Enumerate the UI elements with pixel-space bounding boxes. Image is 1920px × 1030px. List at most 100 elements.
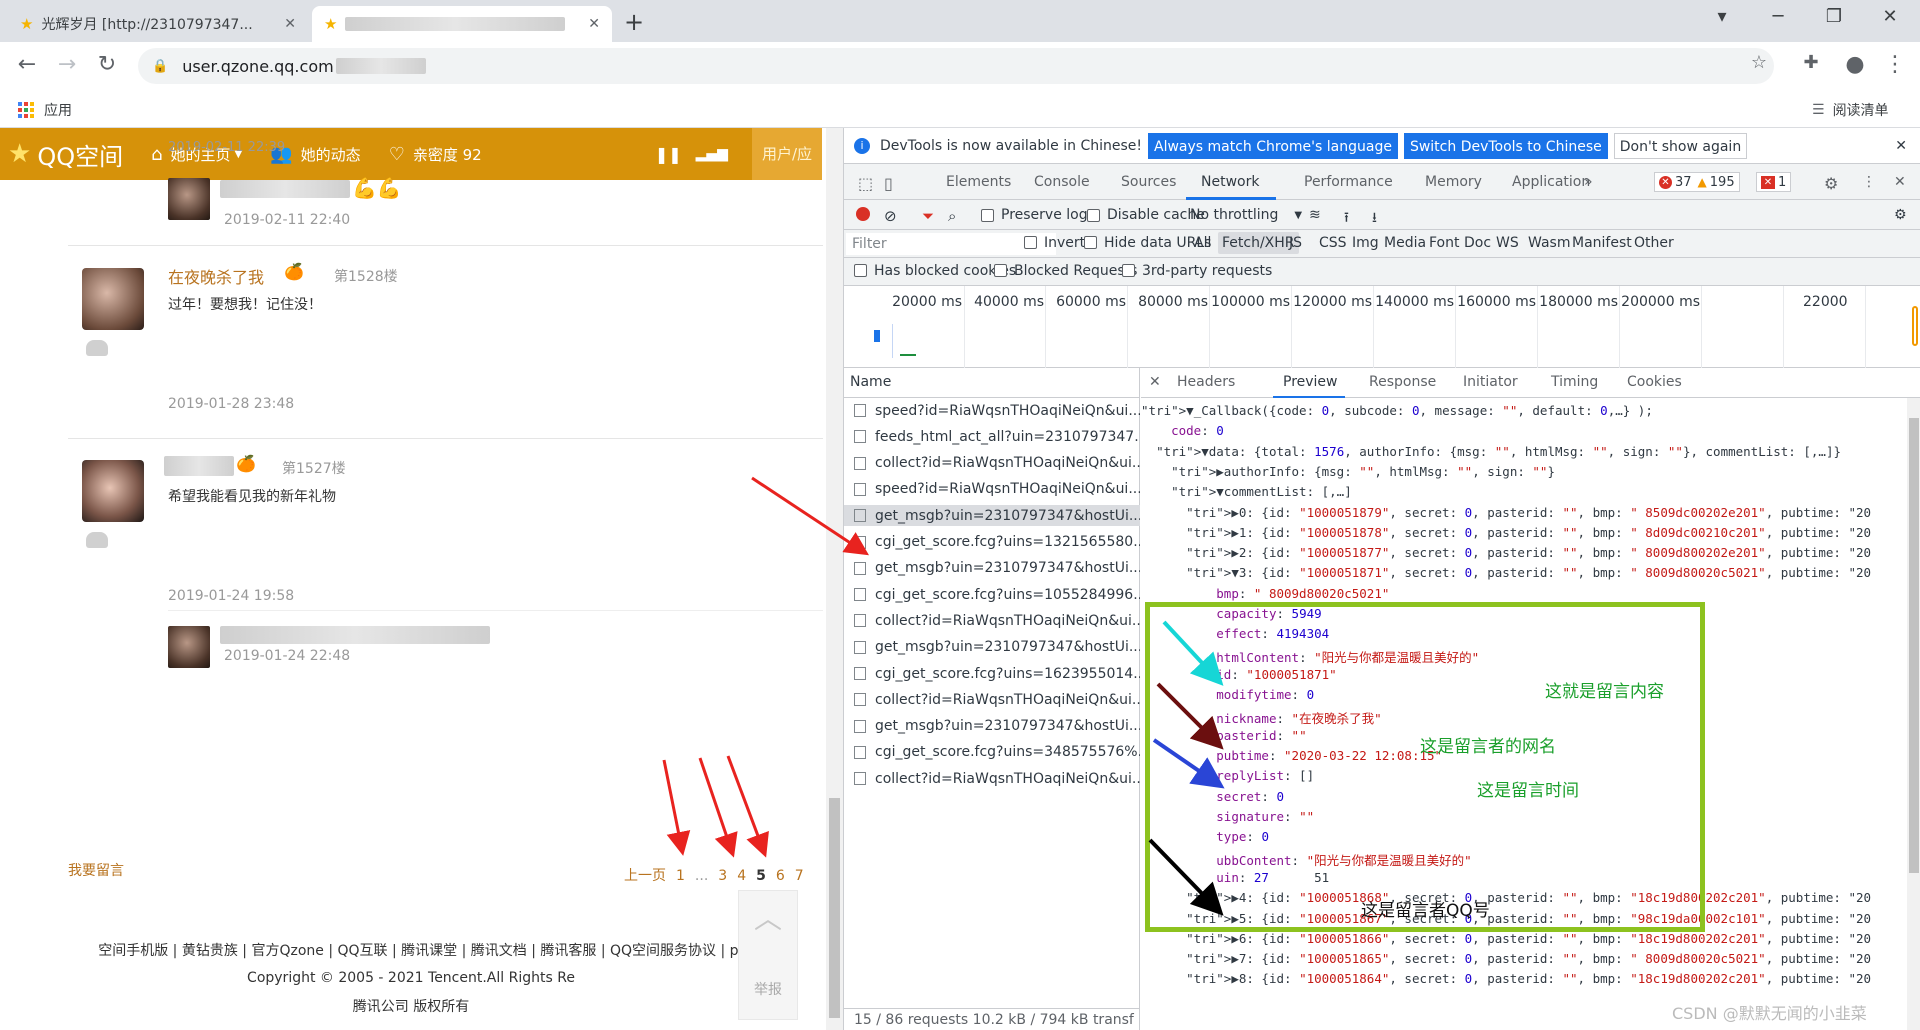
type-ws[interactable]: WS — [1496, 235, 1519, 251]
settings-gear-icon[interactable]: ⚙ — [1824, 174, 1838, 193]
console-counts[interactable]: ✕ 37 ▲ 195 — [1654, 172, 1740, 192]
has-blocked-cookies-checkbox[interactable]: Has blocked cookies — [854, 263, 1016, 279]
request-row[interactable]: collect?id=RiaWqsnTHOaqiNeiQn&ui... — [844, 768, 1140, 789]
request-row[interactable]: cgi_get_score.fcg?uins=348575576%... — [844, 742, 1140, 763]
tab-performance[interactable]: Performance — [1304, 174, 1393, 190]
hide-data-urls-checkbox[interactable]: Hide data URLs — [1084, 235, 1211, 251]
request-row[interactable]: collect?id=RiaWqsnTHOaqiNeiQn&ui... — [844, 689, 1140, 710]
json-line[interactable]: "tri">▶7: {id: "1000051865", secret: 0, … — [1141, 951, 1920, 971]
network-overview-timeline[interactable]: 20000 ms 40000 ms 60000 ms 80000 ms 1000… — [844, 286, 1920, 368]
scrollbar-thumb[interactable] — [829, 798, 840, 1018]
signal-bars-icon[interactable]: ▂▄▆ — [696, 146, 728, 162]
request-row[interactable]: feeds_html_act_all?uin=2310797347... — [844, 426, 1140, 447]
match-language-button[interactable]: Always match Chrome's language — [1148, 132, 1398, 159]
scrollbar-thumb[interactable] — [1909, 418, 1919, 873]
menu-kebab-icon[interactable]: ⋮ — [1880, 52, 1910, 77]
close-tab-icon[interactable]: ✕ — [588, 16, 600, 32]
third-party-checkbox[interactable]: 3rd-party requests — [1122, 263, 1272, 279]
json-line[interactable]: "tri">▶2: {id: "1000051877", secret: 0, … — [1141, 545, 1920, 565]
minimize-icon[interactable]: ─ — [1758, 6, 1798, 27]
record-icon[interactable] — [856, 207, 870, 221]
json-line[interactable]: "tri">▶6: {id: "1000051866", secret: 0, … — [1141, 931, 1920, 951]
request-row[interactable]: cgi_get_score.fcg?uins=1321565580... — [844, 532, 1140, 553]
qzone-logo[interactable]: ★ QQ空间 — [8, 137, 123, 172]
export-har-icon[interactable]: ⭳ — [1372, 207, 1377, 231]
type-doc[interactable]: Doc — [1464, 235, 1491, 251]
bookmark-star-icon[interactable]: ☆ — [1744, 52, 1774, 73]
page-link[interactable]: 7 — [795, 868, 804, 884]
json-line[interactable]: "tri">▼3: {id: "1000051871", secret: 0, … — [1141, 565, 1920, 585]
pause-icon[interactable]: ❚❚ — [655, 145, 682, 164]
request-row[interactable]: cgi_get_score.fcg?uins=1623955014... — [844, 663, 1140, 684]
window-close-icon[interactable]: ✕ — [1870, 6, 1910, 27]
type-wasm[interactable]: Wasm — [1528, 235, 1570, 251]
type-manifest[interactable]: Manifest — [1572, 235, 1632, 251]
request-row[interactable]: collect?id=RiaWqsnTHOaqiNeiQn&ui... — [844, 610, 1140, 631]
request-row[interactable]: get_msgb?uin=2310797347&hostUi... — [844, 637, 1140, 658]
apps-bookmark[interactable]: 应用 — [18, 100, 72, 120]
blocked-requests-checkbox[interactable]: Blocked Requests — [994, 263, 1137, 279]
json-line[interactable]: "tri">▼_Callback({code: 0, subcode: 0, m… — [1141, 403, 1920, 423]
type-css[interactable]: CSS — [1319, 235, 1347, 251]
reading-list[interactable]: ☰ 阅读清单 — [1812, 100, 1889, 120]
preserve-log-checkbox[interactable]: Preserve log — [981, 207, 1088, 223]
name-column-header[interactable]: Name — [844, 368, 1140, 398]
browser-tab-active[interactable]: ★ ✕ — [312, 6, 612, 42]
page-link[interactable]: 4 — [737, 868, 746, 884]
back-icon[interactable]: ← — [12, 52, 42, 77]
tab-response[interactable]: Response — [1369, 374, 1436, 390]
device-toolbar-icon[interactable]: ▯ — [884, 174, 893, 193]
address-bar[interactable]: 🔒 user.qzone.qq.com — [138, 48, 1774, 84]
tab-elements[interactable]: Elements — [946, 174, 1011, 190]
forward-icon[interactable]: → — [52, 52, 82, 77]
commenter-name[interactable]: 在夜晚杀了我 — [168, 264, 264, 288]
inspect-element-icon[interactable]: ⬚ — [858, 174, 873, 193]
request-row[interactable]: get_msgb?uin=2310797347&hostUi... — [844, 558, 1140, 579]
chevron-up-icon[interactable]: ︿ — [739, 897, 797, 937]
clear-icon[interactable]: ⊘ — [884, 207, 897, 225]
network-settings-icon[interactable]: ⚙ — [1894, 207, 1907, 223]
dont-show-again-button[interactable]: Don't show again — [1613, 132, 1748, 159]
invert-checkbox[interactable]: Invert — [1024, 235, 1085, 251]
browser-tab[interactable]: ★ 光辉岁月 [http://2310797347... ✕ — [8, 6, 308, 42]
prev-page-link[interactable]: 上一页 — [624, 868, 666, 884]
type-js[interactable]: JS — [1289, 235, 1302, 251]
json-line[interactable]: "tri">▼data: {total: 1576, authorInfo: {… — [1141, 444, 1920, 464]
user-app-menu[interactable]: 用户/应 — [751, 128, 822, 180]
page-scrollbar[interactable] — [826, 128, 843, 1030]
tab-network[interactable]: Network — [1201, 174, 1259, 190]
tab-timing[interactable]: Timing — [1551, 374, 1598, 390]
reload-icon[interactable]: ↻ — [92, 52, 122, 77]
request-row[interactable]: speed?id=RiaWqsnTHOaqiNeiQn&ui... — [844, 479, 1140, 500]
footer-links[interactable]: 空间手机版 | 黄钻贵族 | 官方Qzone | QQ互联 | 腾讯课堂 | 腾… — [0, 940, 822, 960]
tab-initiator[interactable]: Initiator — [1463, 374, 1518, 390]
devtools-menu-icon[interactable]: ⋮ — [1862, 174, 1876, 190]
network-conditions-icon[interactable]: ≋ — [1309, 207, 1321, 223]
type-font[interactable]: Font — [1429, 235, 1459, 251]
request-row[interactable]: cgi_get_score.fcg?uins=1055284996... — [844, 584, 1140, 605]
avatar[interactable] — [82, 460, 144, 522]
tab-console[interactable]: Console — [1034, 174, 1090, 190]
filter-funnel-icon[interactable]: ⏷ — [922, 207, 934, 225]
avatar[interactable] — [82, 268, 144, 330]
throttling-select[interactable]: No throttling ▼ — [1190, 207, 1302, 223]
avatar[interactable] — [168, 178, 210, 220]
new-tab-icon[interactable]: + — [624, 8, 644, 36]
profile-avatar-icon[interactable]: ● — [1840, 52, 1870, 77]
request-row[interactable]: collect?id=RiaWqsnTHOaqiNeiQn&ui... — [844, 453, 1140, 474]
page-link[interactable]: 6 — [776, 868, 785, 884]
more-tabs-icon[interactable]: » — [1584, 174, 1593, 190]
tab-memory[interactable]: Memory — [1425, 174, 1482, 190]
tab-application[interactable]: Application — [1512, 174, 1590, 190]
json-line[interactable]: "tri">▶0: {id: "1000051879", secret: 0, … — [1141, 505, 1920, 525]
type-fetch-xhr[interactable]: Fetch/XHR — [1218, 232, 1299, 254]
preview-scrollbar[interactable] — [1907, 398, 1920, 1030]
tab-search-icon[interactable]: ▾ — [1702, 6, 1742, 27]
report-button[interactable]: 举报 — [739, 979, 797, 999]
issues-count[interactable]: ✕ 1 — [1756, 172, 1792, 192]
switch-chinese-button[interactable]: Switch DevTools to Chinese — [1403, 132, 1608, 159]
json-line[interactable]: "tri">▶8: {id: "1000051864", secret: 0, … — [1141, 971, 1920, 991]
type-media[interactable]: Media — [1384, 235, 1426, 251]
tab-cookies[interactable]: Cookies — [1627, 374, 1682, 390]
type-all[interactable]: All — [1194, 235, 1211, 251]
